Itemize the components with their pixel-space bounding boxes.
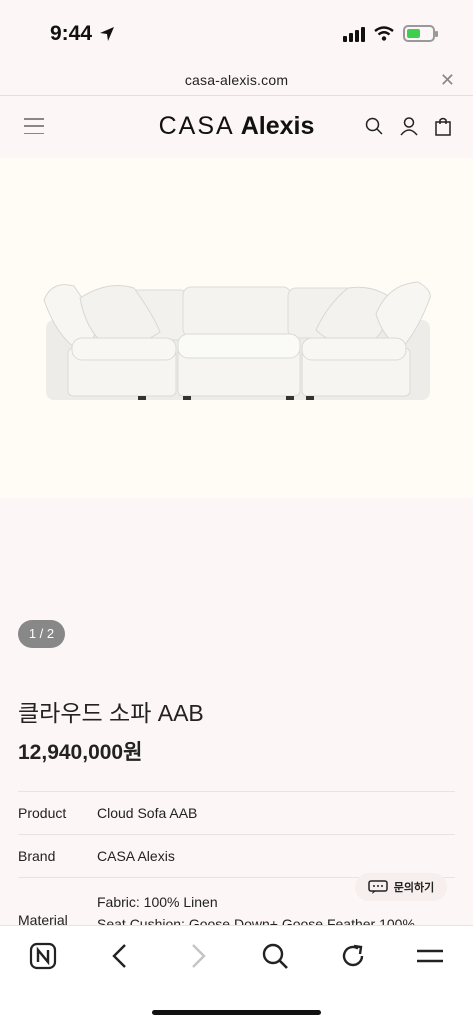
info-label: Brand	[18, 848, 56, 864]
shopping-bag-icon[interactable]	[435, 117, 451, 136]
home-indicator[interactable]	[152, 1010, 321, 1015]
refresh-icon	[342, 944, 364, 967]
close-icon[interactable]: ✕	[440, 70, 455, 91]
chevron-left-icon	[112, 944, 126, 968]
product-info-table: Product Cloud Sofa AAB Brand CASA Alexis…	[18, 791, 455, 937]
product-title: 클라우드 소파 AAB	[18, 700, 204, 726]
account-icon[interactable]	[399, 116, 419, 136]
info-value: CASA Alexis	[97, 848, 175, 864]
wifi-icon	[374, 26, 394, 41]
chat-icon	[368, 880, 388, 894]
naver-n-icon	[29, 942, 57, 970]
product-image[interactable]	[0, 158, 473, 498]
url-text[interactable]: casa-alexis.com	[0, 72, 473, 88]
chevron-right-icon	[192, 944, 206, 968]
clock-text: 9:44	[50, 22, 93, 45]
sofa-illustration	[43, 281, 431, 400]
info-label: Material	[18, 912, 68, 928]
inquiry-label: 문의하기	[393, 882, 435, 894]
forward-button[interactable]	[182, 940, 214, 972]
naver-home-button[interactable]	[27, 940, 59, 972]
info-row-brand: Brand CASA Alexis	[18, 834, 455, 877]
search-icon[interactable]	[365, 117, 383, 135]
search-button[interactable]	[259, 940, 291, 972]
refresh-button[interactable]	[337, 940, 369, 972]
site-header: CASA Alexis	[0, 96, 473, 158]
info-label: Product	[18, 805, 67, 821]
status-time: 9:44	[50, 22, 116, 46]
browser-toolbar	[0, 925, 473, 1024]
back-button[interactable]	[104, 940, 136, 972]
status-bar: 9:44	[0, 0, 473, 64]
menu-button[interactable]	[414, 940, 446, 972]
battery-icon	[403, 25, 438, 42]
inquiry-button[interactable]: 문의하기	[355, 873, 447, 901]
product-price: 12,940,000원	[18, 741, 143, 764]
browser-url-bar[interactable]: casa-alexis.com ✕	[0, 64, 473, 96]
info-row-product: Product Cloud Sofa AAB	[18, 791, 455, 834]
location-arrow-icon	[100, 27, 115, 41]
hamburger-icon	[417, 949, 443, 963]
cellular-signal-icon	[343, 26, 365, 42]
search-icon	[262, 943, 288, 969]
info-value: Cloud Sofa AAB	[97, 805, 198, 821]
gallery-pager: 1 / 2	[18, 620, 65, 648]
